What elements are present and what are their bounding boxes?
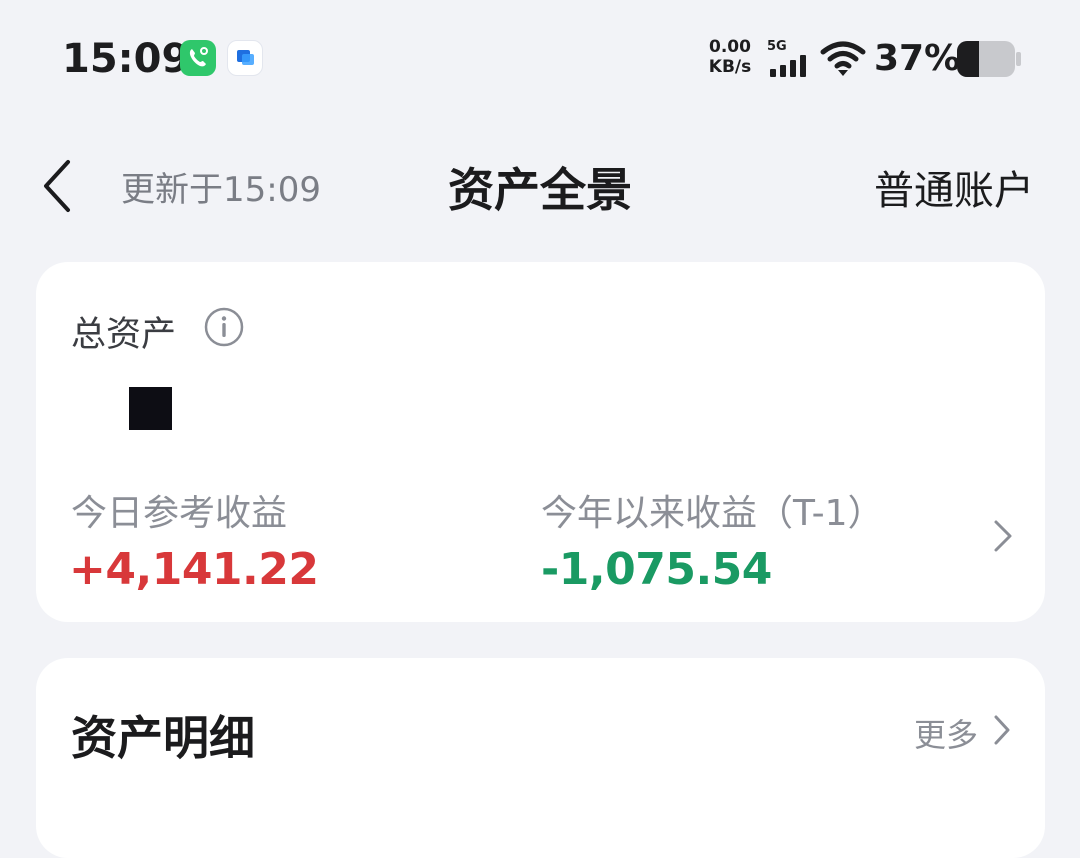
network-speed-unit: KB/s [708, 57, 752, 77]
ytd-earnings-label[interactable]: 今年以来收益（T-1） [541, 484, 884, 536]
today-earnings-label: 今日参考收益 [71, 493, 288, 534]
chevron-right-icon[interactable] [991, 712, 1013, 748]
total-assets-card: 总资产 今日参考收益 +4,141.22 今年以来收益（T-1） -1,075.… [36, 262, 1045, 622]
more-link[interactable]: 更多 [914, 710, 978, 756]
total-assets-label: 总资产 [71, 315, 177, 355]
today-earnings-value: +4,141.22 [69, 544, 319, 595]
chevron-right-icon[interactable] [991, 516, 1015, 556]
call-app-icon [180, 40, 216, 76]
info-icon[interactable] [204, 307, 244, 347]
status-bar: 15:09 0.00 KB/s 5G 37% [0, 0, 1080, 115]
asset-detail-card: 资产明细 更多 [36, 658, 1045, 858]
status-time: 15:09 [62, 36, 190, 82]
account-type-switch[interactable]: 普通账户 [874, 158, 1034, 216]
battery-percent: 37% [874, 38, 961, 79]
wifi-icon [820, 40, 866, 82]
signal-icon [768, 55, 812, 81]
hidden-total-value-mask [129, 387, 172, 430]
ytd-earnings-value[interactable]: -1,075.54 [541, 544, 772, 595]
network-speed: 0.00 KB/s [703, 37, 757, 77]
battery-icon [956, 40, 1022, 82]
network-speed-value: 0.00 [709, 37, 751, 57]
network-type: 5G [767, 39, 787, 54]
asset-detail-title: 资产明细 [71, 711, 255, 765]
chat-app-icon [227, 40, 263, 76]
